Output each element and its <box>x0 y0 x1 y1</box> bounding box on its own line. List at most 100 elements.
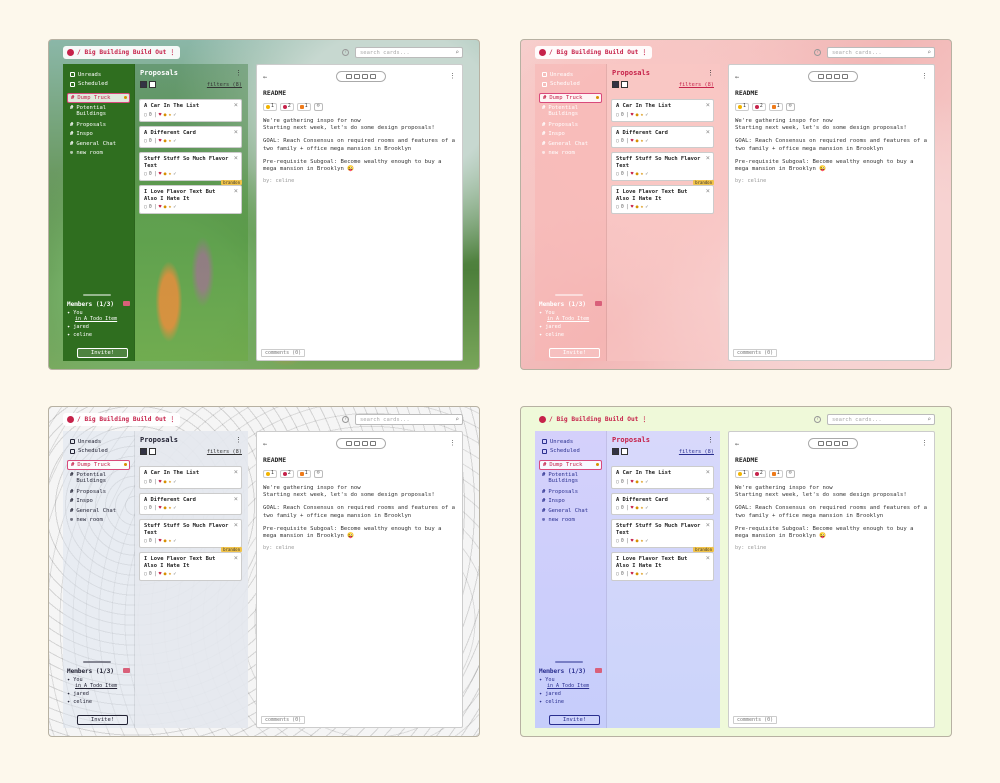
chevron-icon[interactable]: ⋮ <box>169 416 175 423</box>
members-icon[interactable] <box>595 668 602 673</box>
link-icon[interactable] <box>842 74 848 79</box>
copy-icon[interactable] <box>834 74 840 79</box>
sidebar-item-dump-truck[interactable]: # Dump Truck <box>67 93 130 103</box>
help-icon[interactable]: ? <box>814 49 821 56</box>
view-toggle[interactable] <box>612 81 628 88</box>
sidebar-item-unreads[interactable]: Unreads <box>67 437 130 447</box>
sidebar-item-new-room[interactable]: ⊕ new room <box>67 149 130 159</box>
sidebar-item-new-room[interactable]: ⊕ new room <box>539 516 602 526</box>
list-view-icon[interactable] <box>612 448 619 455</box>
members-icon[interactable] <box>123 301 130 306</box>
add-reaction-icon[interactable]: ☺ <box>313 103 323 111</box>
invite-button[interactable]: Invite! <box>549 348 600 358</box>
close-icon[interactable]: × <box>706 101 710 109</box>
member-status[interactable]: in A Todo Item <box>75 316 130 322</box>
card-item[interactable]: A Car In The List × ▢ 0 | ♥ ● ★ ✓ <box>139 466 242 489</box>
link-icon[interactable] <box>842 441 848 446</box>
copy-icon[interactable] <box>362 74 368 79</box>
back-arrow-icon[interactable]: ← <box>263 440 267 448</box>
member-row[interactable]: ✦ You in A Todo Item <box>539 310 602 322</box>
add-reaction-icon[interactable]: ☺ <box>785 103 795 111</box>
link-icon[interactable] <box>370 441 376 446</box>
back-arrow-icon[interactable]: ← <box>735 440 739 448</box>
member-row[interactable]: ✦ celine <box>539 332 602 338</box>
comments-tab[interactable]: comments (0) <box>733 716 778 724</box>
chat-icon[interactable] <box>354 441 360 446</box>
close-icon[interactable]: × <box>234 554 238 562</box>
link-icon[interactable] <box>370 74 376 79</box>
close-icon[interactable]: × <box>706 521 710 529</box>
card-item[interactable]: A Different Card × ▢ 0 | ♥ ● ★ ✓ <box>139 125 242 148</box>
sidebar-item-dump-truck[interactable]: # Dump Truck <box>539 93 602 103</box>
sidebar-item-proposals[interactable]: # Proposals <box>539 487 602 497</box>
reaction-button[interactable]: 1 <box>296 103 311 111</box>
search-icon[interactable]: ⌕ <box>455 49 459 57</box>
member-row[interactable]: ✦ jared <box>539 324 602 330</box>
view-toggle[interactable] <box>140 448 156 455</box>
close-icon[interactable]: × <box>706 554 710 562</box>
member-status[interactable]: in A Todo Item <box>75 683 130 689</box>
sidebar-item-inspo[interactable]: # Inspo <box>539 496 602 506</box>
reaction-button[interactable]: 1 <box>735 470 749 478</box>
sidebar-item-scheduled[interactable]: Scheduled <box>539 447 602 457</box>
list-view-icon[interactable] <box>140 448 147 455</box>
sidebar-item-general-chat[interactable]: # General Chat <box>539 139 602 149</box>
member-status[interactable]: in A Todo Item <box>547 316 602 322</box>
sidebar-item-potential-buildings[interactable]: # Potential Buildings <box>539 105 602 120</box>
sidebar-item-inspo[interactable]: # Inspo <box>539 129 602 139</box>
filters-link[interactable]: filters (8) <box>679 449 714 455</box>
calendar-icon[interactable] <box>818 74 824 79</box>
member-row[interactable]: ✦ celine <box>67 332 130 338</box>
card-body[interactable]: We're gathering inspo for now Starting n… <box>735 118 928 173</box>
close-icon[interactable]: × <box>234 187 238 195</box>
help-icon[interactable]: ? <box>342 49 349 56</box>
calendar-icon[interactable] <box>818 441 824 446</box>
grid-view-icon[interactable] <box>149 448 156 455</box>
sidebar-item-general-chat[interactable]: # General Chat <box>67 506 130 516</box>
card-item[interactable]: Stuff Stuff So Much Flavor Text × ▢ 0 | ♥ ● ★ ✓ b… <box>139 519 242 552</box>
close-icon[interactable]: × <box>234 154 238 162</box>
filters-link[interactable]: filters (8) <box>207 449 242 455</box>
workspace-title[interactable]: / Big Building Build Out ⋮ <box>63 413 180 426</box>
member-row[interactable]: ✦ You in A Todo Item <box>539 677 602 689</box>
search-input[interactable]: search cards... ⌕ <box>827 47 935 58</box>
card-item[interactable]: A Different Card × ▢ 0 | ♥ ● ★ ✓ <box>611 125 714 148</box>
card-item[interactable]: I Love Flavor Text But Also I Hate It × ▢ 0… <box>611 185 714 214</box>
sidebar-item-scheduled[interactable]: Scheduled <box>67 80 130 90</box>
cards-menu-icon[interactable]: ⋮ <box>235 436 242 444</box>
chat-icon[interactable] <box>354 74 360 79</box>
resize-handle[interactable] <box>555 661 583 663</box>
back-arrow-icon[interactable]: ← <box>263 73 267 81</box>
close-icon[interactable]: × <box>706 495 710 503</box>
calendar-icon[interactable] <box>346 441 352 446</box>
sidebar-item-unreads[interactable]: Unreads <box>67 70 130 80</box>
card-item[interactable]: I Love Flavor Text But Also I Hate It × ▢ 0… <box>611 552 714 581</box>
reaction-button[interactable]: 1 <box>296 470 311 478</box>
resize-handle[interactable] <box>555 294 583 296</box>
reaction-button[interactable]: 1 <box>263 103 277 111</box>
detail-menu-icon[interactable]: ⋮ <box>921 439 928 447</box>
members-icon[interactable] <box>595 301 602 306</box>
copy-icon[interactable] <box>362 441 368 446</box>
card-item[interactable]: Stuff Stuff So Much Flavor Text × ▢ 0 | ♥ ● ★ ✓ b… <box>611 519 714 552</box>
member-row[interactable]: ✦ You in A Todo Item <box>67 310 130 322</box>
close-icon[interactable]: × <box>234 128 238 136</box>
detail-menu-icon[interactable]: ⋮ <box>449 72 456 80</box>
close-icon[interactable]: × <box>234 495 238 503</box>
sidebar-item-general-chat[interactable]: # General Chat <box>539 506 602 516</box>
search-icon[interactable]: ⌕ <box>927 49 931 57</box>
sidebar-item-potential-buildings[interactable]: # Potential Buildings <box>67 105 130 120</box>
sidebar-item-unreads[interactable]: Unreads <box>539 70 602 80</box>
sidebar-item-potential-buildings[interactable]: # Potential Buildings <box>67 472 130 487</box>
card-item[interactable]: A Different Card × ▢ 0 | ♥ ● ★ ✓ <box>139 492 242 515</box>
invite-button[interactable]: Invite! <box>77 348 128 358</box>
detail-menu-icon[interactable]: ⋮ <box>921 72 928 80</box>
sidebar-item-dump-truck[interactable]: # Dump Truck <box>539 460 602 470</box>
filters-link[interactable]: filters (8) <box>207 82 242 88</box>
members-icon[interactable] <box>123 668 130 673</box>
resize-handle[interactable] <box>83 294 111 296</box>
invite-button[interactable]: Invite! <box>549 715 600 725</box>
sidebar-item-unreads[interactable]: Unreads <box>539 437 602 447</box>
chat-icon[interactable] <box>826 74 832 79</box>
sidebar-item-general-chat[interactable]: # General Chat <box>67 139 130 149</box>
